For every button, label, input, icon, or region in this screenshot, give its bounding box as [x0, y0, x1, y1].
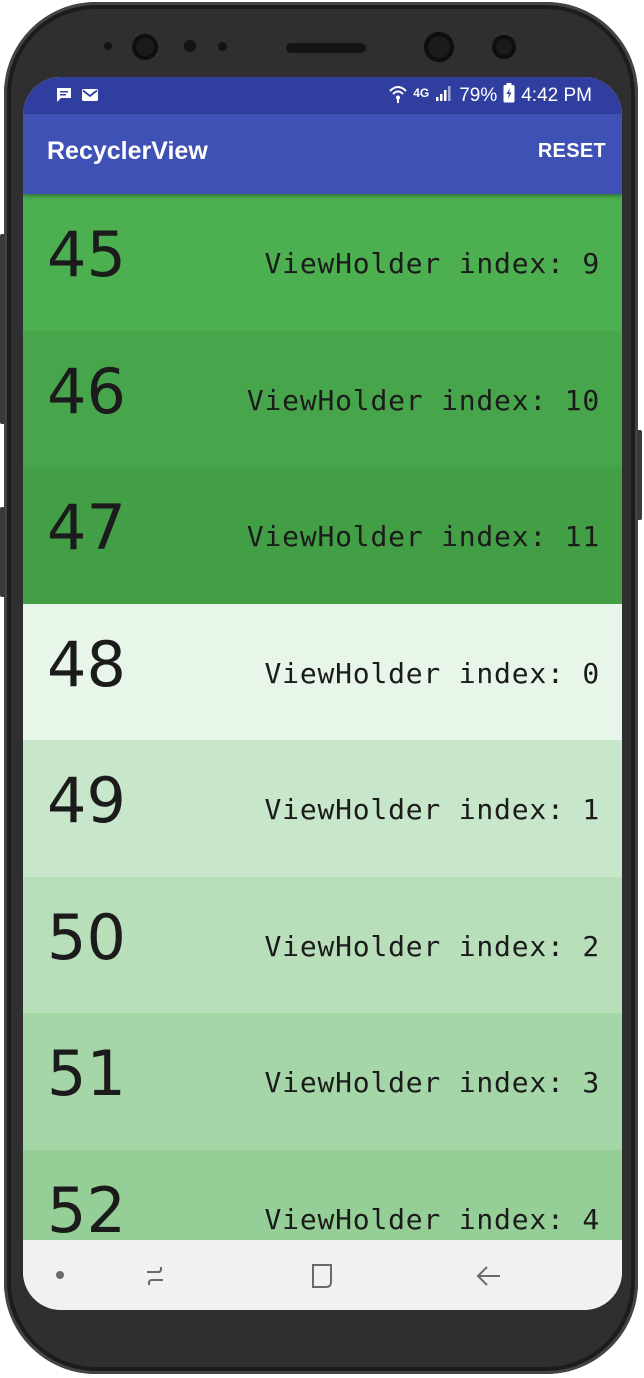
status-led	[218, 42, 227, 51]
item-label: ViewHolder index: 0	[264, 656, 600, 690]
clock: 4:42 PM	[521, 85, 592, 106]
item-label: ViewHolder index: 3	[264, 1066, 600, 1099]
earpiece-speaker	[286, 43, 366, 53]
battery-percent: 79%	[459, 85, 498, 106]
list-item[interactable]: 46 ViewHolder index: 10	[23, 330, 622, 467]
battery-icon	[503, 83, 515, 109]
proximity-sensor	[104, 42, 112, 50]
list-item[interactable]: 50 ViewHolder index: 2	[23, 876, 622, 1013]
item-label: ViewHolder index: 11	[246, 520, 600, 553]
item-label: ViewHolder index: 4	[264, 1202, 600, 1236]
item-number: 47	[47, 491, 126, 564]
item-label: ViewHolder index: 2	[264, 929, 600, 963]
item-label: ViewHolder index: 10	[246, 383, 600, 417]
list-item[interactable]: 52 ViewHolder index: 4	[23, 1149, 622, 1240]
recent-apps-icon[interactable]	[139, 1260, 171, 1292]
item-label: ViewHolder index: 9	[264, 247, 600, 280]
home-icon[interactable]	[306, 1260, 338, 1292]
list-item[interactable]: 45 ViewHolder index: 9	[23, 194, 622, 331]
item-number: 50	[47, 900, 126, 974]
reset-button[interactable]: RESET	[538, 140, 606, 163]
wifi-icon	[389, 83, 407, 109]
list-item[interactable]: 49 ViewHolder index: 1	[23, 740, 622, 877]
list-item[interactable]: 47 ViewHolder index: 11	[23, 467, 622, 604]
signal-icon	[435, 84, 453, 108]
recycler-list[interactable]: 45 ViewHolder index: 9 46 ViewHolder ind…	[23, 194, 622, 1240]
item-number: 48	[47, 627, 126, 701]
item-number: 51	[47, 1037, 126, 1110]
power-button	[637, 430, 642, 520]
item-number: 45	[47, 218, 126, 291]
back-icon[interactable]	[473, 1260, 505, 1292]
message-icon	[55, 86, 73, 108]
list-item[interactable]: 51 ViewHolder index: 3	[23, 1013, 622, 1150]
screen: 4G 79% 4:42 PM RecyclerView RESET 45 Vie…	[23, 77, 622, 1310]
item-number: 49	[47, 764, 126, 837]
status-bar: 4G 79% 4:42 PM	[23, 77, 622, 114]
recents-dot-icon[interactable]	[56, 1271, 64, 1279]
light-sensor	[184, 40, 196, 52]
bixby-button	[0, 507, 5, 597]
app-bar: RecyclerView RESET	[23, 114, 622, 194]
app-title: RecyclerView	[47, 137, 208, 165]
volume-button	[0, 234, 5, 424]
iris-sensor	[132, 34, 158, 60]
item-number: 52	[47, 1173, 126, 1240]
list-item[interactable]: 48 ViewHolder index: 0	[23, 603, 622, 740]
front-camera	[424, 32, 454, 62]
network-type: 4G	[413, 86, 430, 100]
item-number: 46	[47, 354, 126, 428]
navigation-bar	[23, 1240, 622, 1310]
mail-icon	[81, 86, 99, 108]
iris-camera	[492, 35, 516, 59]
item-label: ViewHolder index: 1	[264, 793, 600, 826]
